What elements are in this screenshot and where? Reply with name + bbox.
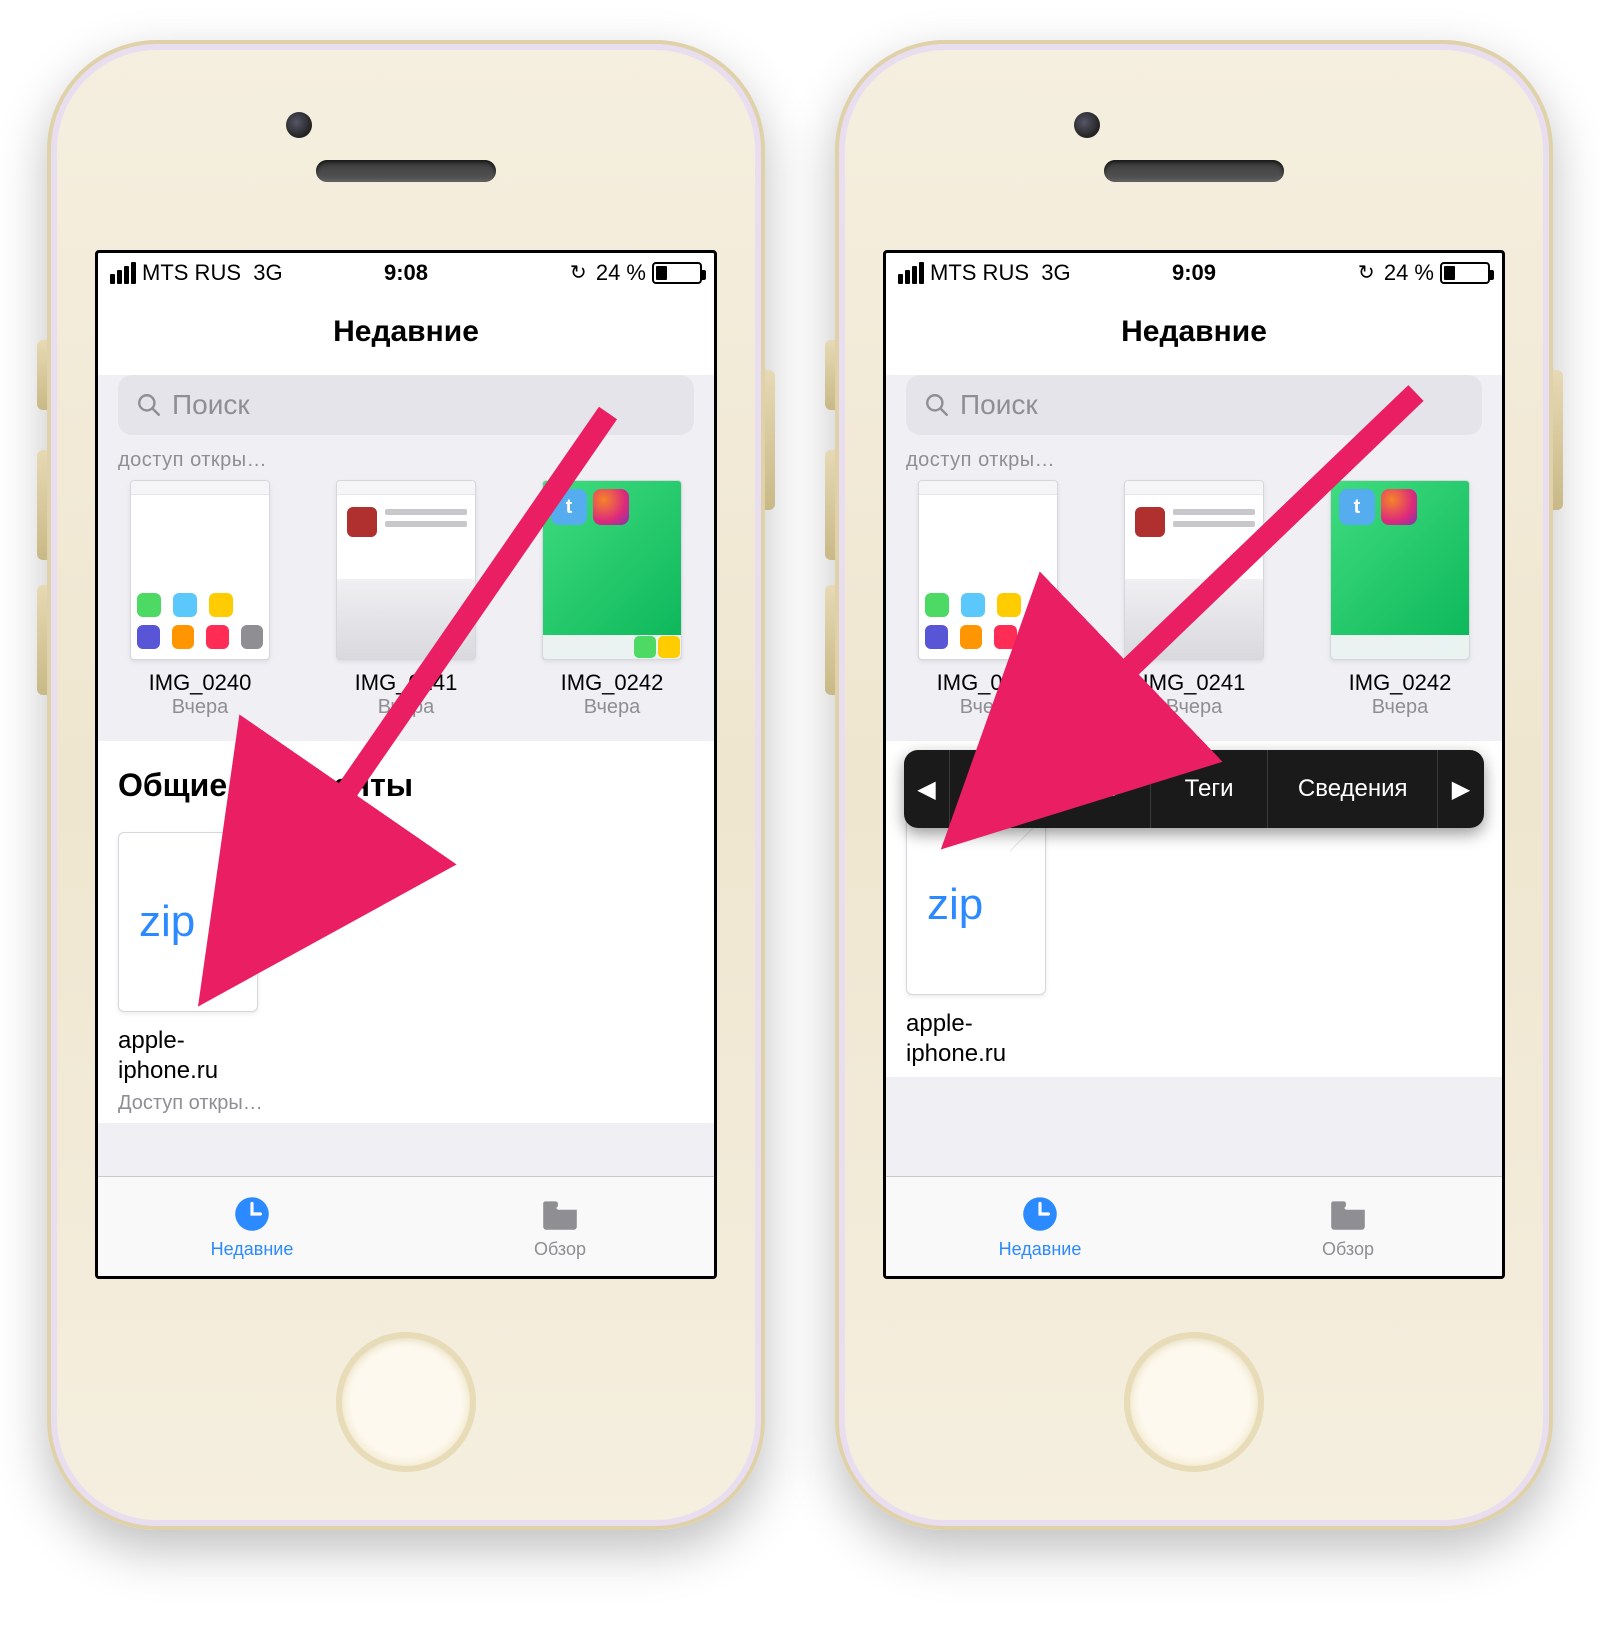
iphone-left: MTS RUS 3G 9:08 24 % Недавние Поиск дост… bbox=[47, 40, 765, 1530]
file-date: Вчера bbox=[1116, 696, 1272, 719]
twitter-icon: t bbox=[551, 489, 587, 525]
mute-switch bbox=[825, 340, 835, 410]
search-input[interactable]: Поиск bbox=[118, 375, 694, 435]
file-name: IMG_0242 bbox=[1322, 670, 1478, 696]
file-name: apple- iphone.ru bbox=[118, 1026, 288, 1086]
tab-browse[interactable]: Обзор bbox=[406, 1177, 714, 1276]
screen: MTS RUS 3G 9:09 24 % Недавние Поиск дост… bbox=[883, 250, 1505, 1279]
search-icon bbox=[924, 392, 950, 418]
power-button bbox=[1553, 370, 1563, 510]
zip-file-icon[interactable]: zip bbox=[118, 832, 258, 1012]
file-thumb[interactable]: IMG_0240 Вчера bbox=[910, 480, 1066, 719]
file-date: Вчера bbox=[122, 696, 278, 719]
status-bar: MTS RUS 3G 9:08 24 % bbox=[98, 253, 714, 293]
file-thumb[interactable]: IMG_0240 Вчера bbox=[122, 480, 278, 719]
rotation-lock-icon bbox=[1358, 262, 1380, 284]
section-label: доступ откры… bbox=[98, 449, 714, 480]
file-thumb[interactable]: t IMG_0242 Вчера bbox=[534, 480, 690, 719]
tab-bar: Недавние Обзор bbox=[886, 1176, 1502, 1276]
folder-icon bbox=[1327, 1193, 1369, 1235]
page-title: Недавние bbox=[98, 293, 714, 367]
file-date: Вчера bbox=[328, 696, 484, 719]
tab-label: Недавние bbox=[211, 1239, 294, 1260]
file-ext: zip bbox=[139, 897, 195, 947]
battery-icon bbox=[1440, 262, 1490, 284]
volume-up bbox=[825, 450, 835, 560]
file-subtitle: Доступ откры… bbox=[118, 1092, 288, 1115]
file-ext: zip bbox=[927, 880, 983, 930]
clock: 9:08 bbox=[98, 260, 714, 286]
file-date: Вчера bbox=[910, 696, 1066, 719]
search-icon bbox=[136, 392, 162, 418]
page-title: Недавние bbox=[886, 293, 1502, 367]
file-name: IMG_0241 bbox=[328, 670, 484, 696]
mute-switch bbox=[37, 340, 47, 410]
tab-label: Недавние bbox=[999, 1239, 1082, 1260]
clock-icon bbox=[231, 1193, 273, 1235]
file-thumb[interactable]: t IMG_0242 Вчера bbox=[1322, 480, 1478, 719]
tab-label: Обзор bbox=[1322, 1239, 1374, 1260]
tab-bar: Недавние Обзор bbox=[98, 1176, 714, 1276]
section-label: доступ откры… bbox=[886, 449, 1502, 480]
search-placeholder: Поиск bbox=[960, 389, 1038, 421]
file-date: Вчера bbox=[1322, 696, 1478, 719]
popover-next[interactable]: ▶ bbox=[1438, 750, 1484, 828]
earpiece-speaker bbox=[1104, 160, 1284, 182]
tab-browse[interactable]: Обзор bbox=[1194, 1177, 1502, 1276]
popover-info[interactable]: Сведения bbox=[1268, 750, 1438, 828]
file-name: IMG_0240 bbox=[910, 670, 1066, 696]
instagram-icon bbox=[593, 489, 629, 525]
file-name: apple- iphone.ru bbox=[906, 1009, 1076, 1069]
volume-down bbox=[37, 585, 47, 695]
file-name: IMG_0240 bbox=[122, 670, 278, 696]
power-button bbox=[765, 370, 775, 510]
instagram-icon bbox=[1381, 489, 1417, 525]
iphone-right: MTS RUS 3G 9:09 24 % Недавние Поиск дост… bbox=[835, 40, 1553, 1530]
screen: MTS RUS 3G 9:08 24 % Недавние Поиск дост… bbox=[95, 250, 717, 1279]
search-placeholder: Поиск bbox=[172, 389, 250, 421]
file-date: Вчера bbox=[534, 696, 690, 719]
clock: 9:09 bbox=[886, 260, 1502, 286]
file-name: IMG_0241 bbox=[1116, 670, 1272, 696]
search-input[interactable]: Поиск bbox=[906, 375, 1482, 435]
zip-file-icon[interactable]: zip bbox=[906, 815, 1046, 995]
file-thumb[interactable]: IMG_0241 Вчера bbox=[1116, 480, 1272, 719]
context-menu: ◀ Поделиться Теги Сведения ▶ bbox=[904, 750, 1484, 828]
tab-recent[interactable]: Недавние bbox=[98, 1177, 406, 1276]
file-thumb[interactable]: IMG_0241 Вчера bbox=[328, 480, 484, 719]
rotation-lock-icon bbox=[570, 262, 592, 284]
popover-share[interactable]: Поделиться bbox=[950, 750, 1151, 828]
tab-label: Обзор bbox=[534, 1239, 586, 1260]
front-camera bbox=[286, 112, 312, 138]
volume-down bbox=[825, 585, 835, 695]
status-bar: MTS RUS 3G 9:09 24 % bbox=[886, 253, 1502, 293]
battery-icon bbox=[652, 262, 702, 284]
popover-tags[interactable]: Теги bbox=[1151, 750, 1269, 828]
home-button[interactable] bbox=[1124, 1332, 1264, 1472]
popover-prev[interactable]: ◀ bbox=[904, 750, 950, 828]
volume-up bbox=[37, 450, 47, 560]
clock-icon bbox=[1019, 1193, 1061, 1235]
file-name: IMG_0242 bbox=[534, 670, 690, 696]
folder-icon bbox=[539, 1193, 581, 1235]
tab-recent[interactable]: Недавние bbox=[886, 1177, 1194, 1276]
earpiece-speaker bbox=[316, 160, 496, 182]
section-title: Общие документы bbox=[118, 767, 694, 804]
twitter-icon: t bbox=[1339, 489, 1375, 525]
home-button[interactable] bbox=[336, 1332, 476, 1472]
front-camera bbox=[1074, 112, 1100, 138]
